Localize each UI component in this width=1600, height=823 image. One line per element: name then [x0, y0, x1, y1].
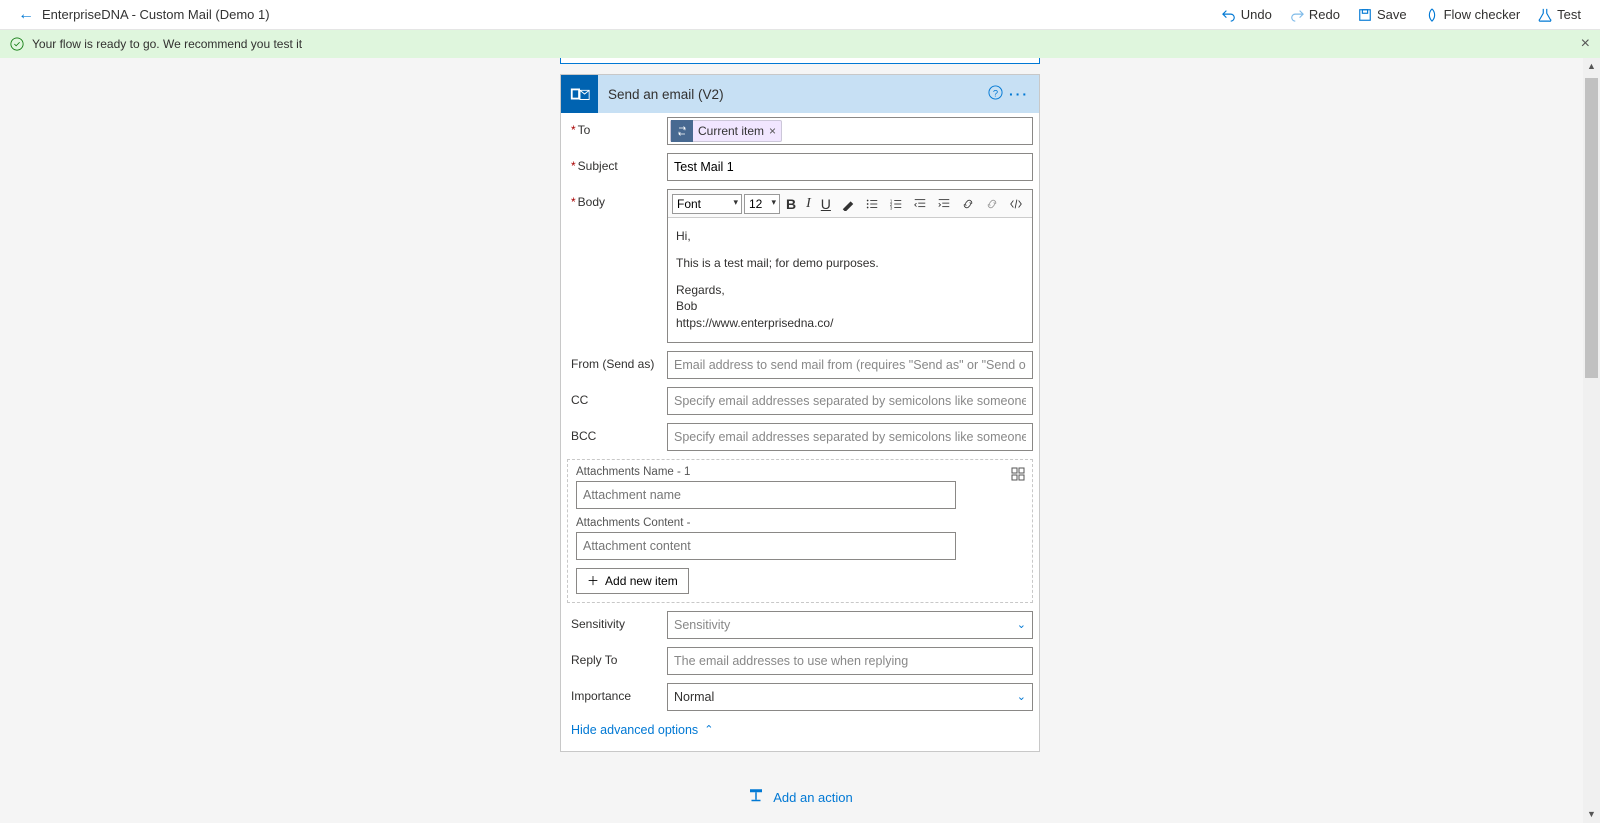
scrollbar-thumb[interactable] [1585, 78, 1598, 378]
highlight-button[interactable] [837, 194, 859, 213]
back-button[interactable]: ← [10, 6, 42, 24]
add-action-icon [747, 787, 765, 808]
outlook-icon [561, 75, 598, 113]
loop-icon [671, 120, 693, 142]
banner-message: Your flow is ready to go. We recommend y… [32, 37, 302, 51]
scrollbar[interactable]: ▲ ▼ [1583, 58, 1600, 823]
font-family-select[interactable]: Font [672, 194, 742, 214]
previous-action-collapsed[interactable] [560, 58, 1040, 64]
banner-close-button[interactable]: × [1581, 35, 1590, 53]
to-field[interactable]: Current item × [667, 117, 1033, 145]
italic-button[interactable]: I [802, 194, 815, 214]
outdent-button[interactable] [909, 194, 931, 213]
att-content-input[interactable] [576, 532, 956, 560]
scroll-down-arrow-icon[interactable]: ▼ [1583, 806, 1600, 823]
redo-button[interactable]: Redo [1281, 0, 1349, 30]
flow-title: EnterpriseDNA - Custom Mail (Demo 1) [42, 7, 270, 22]
from-label: From (Send as) [567, 351, 667, 371]
svg-text:3: 3 [890, 205, 893, 210]
test-icon [1538, 8, 1552, 22]
add-an-action-button[interactable]: Add an action [560, 777, 1040, 818]
underline-button[interactable]: U [817, 194, 835, 214]
att-content-label: Attachments Content - [576, 517, 1024, 529]
undo-button[interactable]: Undo [1213, 0, 1281, 30]
subject-input[interactable] [667, 153, 1033, 181]
top-bar: ← EnterpriseDNA - Custom Mail (Demo 1) U… [0, 0, 1600, 30]
test-button[interactable]: Test [1529, 0, 1590, 30]
hide-advanced-options-link[interactable]: Hide advanced options ⌃ [567, 715, 1033, 745]
save-button[interactable]: Save [1349, 0, 1416, 30]
action-card-header[interactable]: Send an email (V2) ? ··· [561, 75, 1039, 113]
undo-icon [1222, 8, 1236, 22]
from-input[interactable] [667, 351, 1033, 379]
link-button[interactable] [957, 194, 979, 213]
check-circle-icon [10, 37, 24, 51]
sensitivity-label: Sensitivity [567, 611, 667, 631]
token-current-item[interactable]: Current item × [670, 120, 782, 142]
to-label: *To [567, 117, 667, 137]
bcc-label: BCC [567, 423, 667, 443]
scroll-up-arrow-icon[interactable]: ▲ [1583, 58, 1600, 75]
attachments-mode-toggle[interactable] [1010, 466, 1026, 485]
subject-label: *Subject [567, 153, 667, 173]
body-editor: Font 12 B I U 123 [667, 189, 1033, 343]
importance-select[interactable]: Normal ⌄ [667, 683, 1033, 711]
action-card-send-email: Send an email (V2) ? ··· *To [560, 74, 1040, 752]
body-label: *Body [567, 189, 667, 209]
bcc-input[interactable] [667, 423, 1033, 451]
design-canvas[interactable]: Send an email (V2) ? ··· *To [0, 58, 1600, 823]
flow-checker-icon [1425, 8, 1439, 22]
att-name-input[interactable] [576, 481, 956, 509]
rte-toolbar: Font 12 B I U 123 [668, 190, 1032, 218]
plus-icon: ＋ [587, 572, 599, 589]
indent-button[interactable] [933, 194, 955, 213]
number-list-button[interactable]: 123 [885, 194, 907, 213]
sensitivity-select[interactable]: Sensitivity ⌄ [667, 611, 1033, 639]
add-new-item-button[interactable]: ＋Add new item [576, 568, 689, 594]
chevron-down-icon: ⌄ [1017, 690, 1026, 703]
help-icon[interactable]: ? [983, 85, 1007, 103]
body-textarea[interactable]: Hi, This is a test mail; for demo purpos… [668, 218, 1032, 342]
reply-to-label: Reply To [567, 647, 667, 667]
success-banner: Your flow is ready to go. We recommend y… [0, 30, 1600, 58]
token-remove-button[interactable]: × [769, 124, 776, 138]
chevron-down-icon: ⌄ [1017, 618, 1026, 631]
bold-button[interactable]: B [782, 194, 800, 214]
code-view-button[interactable] [1005, 194, 1027, 213]
attachments-group: Attachments Name - 1 Attachments Content… [567, 459, 1033, 603]
att-name-label: Attachments Name - 1 [576, 466, 1024, 478]
chevron-up-icon: ⌃ [704, 723, 713, 736]
font-size-select[interactable]: 12 [744, 194, 780, 214]
save-icon [1358, 8, 1372, 22]
action-title: Send an email (V2) [598, 87, 983, 102]
more-menu-button[interactable]: ··· [1007, 86, 1031, 102]
unlink-button[interactable] [981, 194, 1003, 213]
svg-text:?: ? [992, 88, 997, 98]
importance-label: Importance [567, 683, 667, 703]
reply-to-input[interactable] [667, 647, 1033, 675]
cc-input[interactable] [667, 387, 1033, 415]
cc-label: CC [567, 387, 667, 407]
redo-icon [1290, 8, 1304, 22]
flow-checker-button[interactable]: Flow checker [1416, 0, 1530, 30]
bullet-list-button[interactable] [861, 194, 883, 213]
